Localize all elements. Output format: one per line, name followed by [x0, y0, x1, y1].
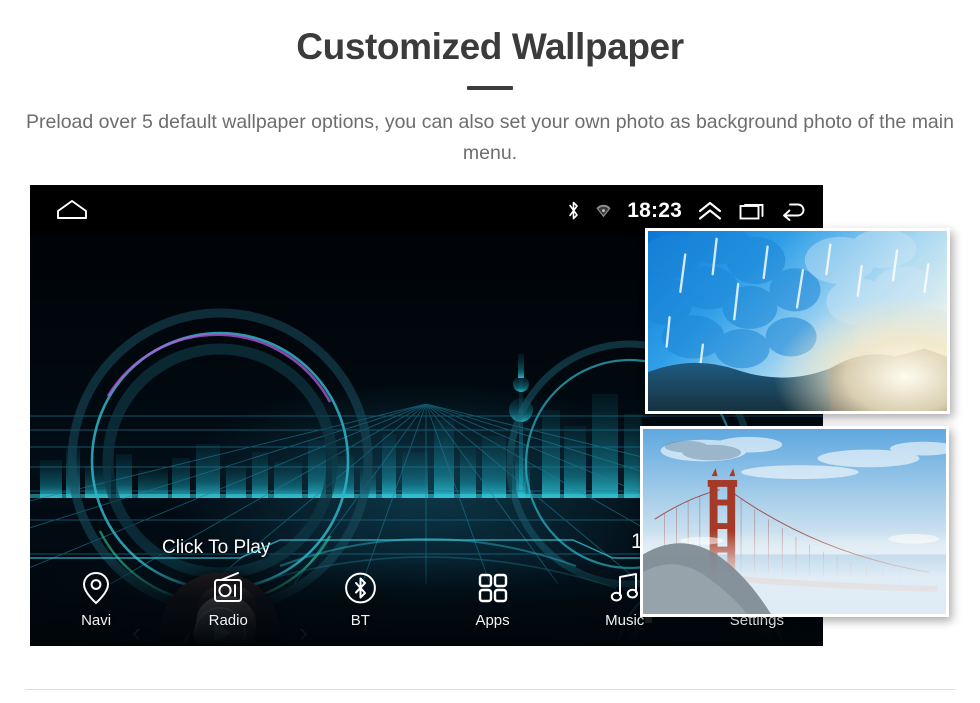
ice-cave-image	[648, 231, 947, 411]
status-time: 18:23	[627, 198, 682, 222]
recents-icon[interactable]	[738, 200, 766, 222]
location-pin-icon	[81, 571, 111, 605]
nav-label-bt: BT	[350, 612, 370, 629]
radio-icon	[212, 571, 244, 605]
nav-label-navi: Navi	[81, 612, 112, 629]
page-root: Customized Wallpaper Preload over 5 defa…	[0, 0, 980, 703]
chevron-up-icon[interactable]	[697, 200, 723, 222]
music-note-icon	[609, 571, 641, 605]
footer-divider	[25, 689, 955, 690]
nav-item-apps[interactable]: Apps	[433, 571, 553, 629]
golden-gate-wallpaper[interactable]	[640, 426, 949, 617]
nav-label-radio: Radio	[208, 612, 248, 629]
nav-label-apps: Apps	[475, 612, 510, 629]
bluetooth-icon	[567, 200, 580, 221]
nav-label-music: Music	[605, 612, 645, 629]
back-arrow-icon[interactable]	[781, 200, 809, 222]
nav-item-radio[interactable]: Radio	[168, 571, 288, 629]
page-title: Customized Wallpaper	[296, 26, 684, 67]
ice-cave-wallpaper[interactable]	[645, 228, 950, 414]
bluetooth-circle-icon	[344, 571, 377, 605]
golden-gate-image	[643, 429, 946, 614]
apps-grid-icon	[477, 571, 509, 605]
nav-item-navi[interactable]: Navi	[36, 571, 156, 629]
title-divider	[467, 86, 513, 90]
nav-item-bt[interactable]: BT	[300, 571, 420, 629]
section-header: Customized Wallpaper Preload over 5 defa…	[0, 0, 980, 169]
home-icon[interactable]	[55, 198, 89, 222]
page-subtitle: Preload over 5 default wallpaper options…	[26, 111, 954, 164]
signal-icon	[595, 203, 612, 219]
